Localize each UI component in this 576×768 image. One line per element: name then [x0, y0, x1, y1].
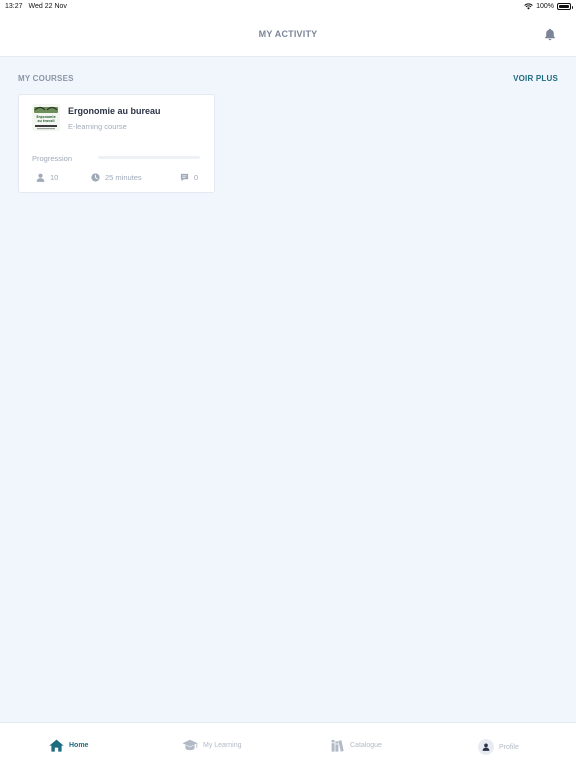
tab-my-learning[interactable]: My Learning [182, 739, 242, 751]
battery-icon [557, 2, 573, 10]
see-more-link[interactable]: VOIR PLUS [513, 74, 558, 83]
header: MY ACTIVITY [0, 12, 576, 57]
duration-value: 25 minutes [105, 173, 142, 182]
course-thumbnail: Ergonomie au travail [32, 104, 60, 131]
tab-catalogue[interactable]: Catalogue [331, 739, 382, 752]
status-left: 13:27 Wed 22 Nov [5, 3, 67, 10]
tab-profile[interactable]: Profile [478, 739, 519, 755]
course-title: Ergonomie au bureau [68, 106, 161, 116]
home-icon [49, 739, 64, 752]
tab-home-label: Home [69, 742, 89, 749]
user-icon [36, 173, 45, 182]
tab-home[interactable]: Home [49, 739, 88, 752]
comment-icon [180, 173, 188, 182]
status-right: 100% [524, 2, 573, 10]
battery-fill [559, 4, 569, 8]
course-thumbnail-image: Ergonomie au travail [32, 104, 60, 131]
user-avatar-icon [482, 743, 490, 751]
comments-count: 0 [193, 173, 198, 182]
comments-stat: 0 [180, 173, 198, 182]
battery-percentage: 100% [536, 2, 554, 10]
svg-text:au travail: au travail [37, 119, 54, 123]
notifications-button[interactable] [542, 26, 558, 42]
graduation-cap-icon [182, 739, 198, 751]
clock-icon [91, 173, 100, 182]
avatar [478, 739, 494, 755]
tab-profile-label: Profile [499, 743, 519, 751]
tab-my-learning-label: My Learning [203, 741, 242, 749]
learners-count: 10 [50, 173, 59, 182]
course-stats: 10 25 minutes 0 [32, 173, 198, 185]
tab-catalogue-label: Catalogue [350, 742, 382, 749]
duration-stat: 25 minutes [91, 173, 142, 182]
progress-label: Progression [32, 154, 73, 163]
courses-section-header: MY COURSES VOIR PLUS [18, 74, 558, 83]
status-time: 13:27 [5, 2, 23, 10]
books-icon [331, 740, 344, 752]
status-date: Wed 22 Nov [28, 2, 67, 10]
status-bar: 13:27 Wed 22 Nov 100% [0, 0, 576, 12]
course-type: E-learning course [68, 122, 127, 131]
section-title: MY COURSES [18, 74, 74, 83]
page-title: MY ACTIVITY [258, 29, 318, 39]
wifi-icon [524, 3, 533, 9]
learners-stat: 10 [36, 173, 58, 182]
course-card[interactable]: Ergonomie au travail Ergonomie au bureau… [18, 94, 215, 193]
tab-bar: Home My Learning Catalogue Profile [0, 722, 576, 768]
bell-icon [545, 28, 555, 40]
progress-bar [98, 156, 200, 159]
